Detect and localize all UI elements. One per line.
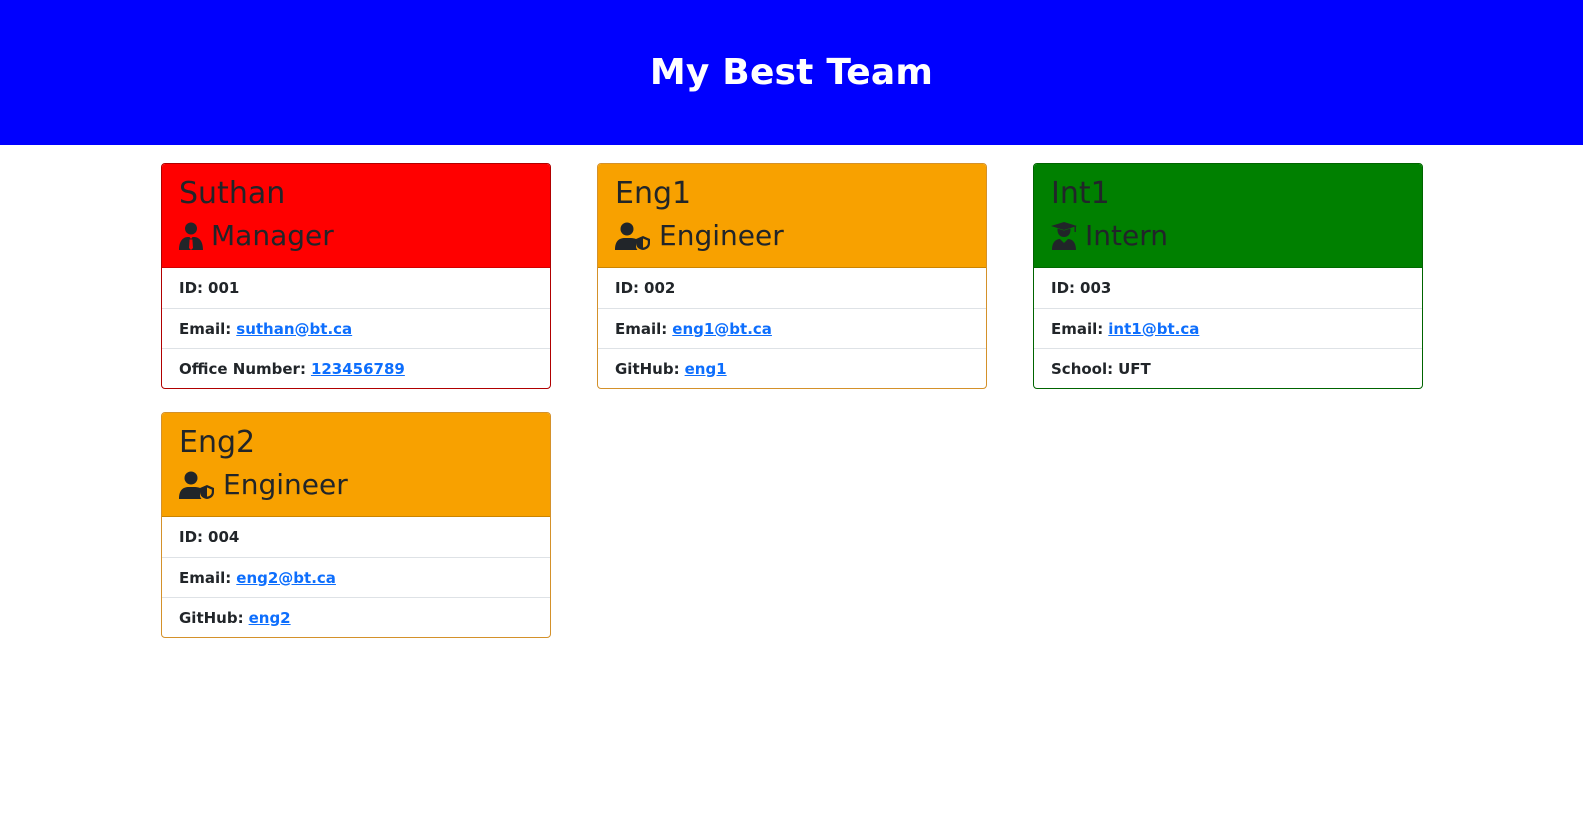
office-number-label: Office Number: — [179, 359, 306, 378]
id-label: ID: — [1051, 279, 1076, 297]
card-header: Eng1 Engineer — [598, 164, 986, 268]
employee-name: Suthan — [179, 176, 286, 211]
list-item: Email: int1@bt.ca — [1034, 308, 1422, 348]
user-shield-icon — [179, 471, 215, 499]
email-link[interactable]: eng2@bt.ca — [236, 569, 336, 587]
list-item: ID: 004 — [162, 517, 550, 557]
user-shield-icon — [615, 222, 651, 250]
list-item: GitHub: eng2 — [162, 597, 550, 637]
email-label: Email: — [615, 319, 668, 338]
employee-role: Manager — [179, 216, 534, 256]
school-label: School: — [1051, 359, 1114, 378]
github-link[interactable]: eng1 — [685, 360, 727, 378]
list-item: Email: suthan@bt.ca — [162, 308, 550, 348]
employee-details: ID: 003 Email: int1@bt.ca School: UFT — [1034, 268, 1422, 388]
employee-details: ID: 002 Email: eng1@bt.ca GitHub: eng1 — [598, 268, 986, 388]
email-link[interactable]: suthan@bt.ca — [236, 320, 352, 338]
email-link[interactable]: eng1@bt.ca — [672, 320, 772, 338]
role-label: Engineer — [223, 468, 348, 501]
employee-card-int1: Int1 Intern ID: 003 Email: int1@bt.ca Scho… — [1033, 163, 1423, 389]
email-label: Email: — [179, 568, 232, 587]
email-label: Email: — [1051, 319, 1104, 338]
role-label: Manager — [211, 219, 334, 252]
employee-card-suthan: Suthan Manager ID: 001 Email: suthan@bt.ca… — [161, 163, 551, 389]
github-label: GitHub: — [615, 359, 680, 378]
card-header: Int1 Intern — [1034, 164, 1422, 268]
id-label: ID: — [615, 279, 640, 297]
email-link[interactable]: int1@bt.ca — [1108, 320, 1199, 338]
employee-details: ID: 001 Email: suthan@bt.ca Office Number:… — [162, 268, 550, 388]
role-label: Intern — [1085, 219, 1168, 252]
user-graduate-icon — [1051, 222, 1077, 250]
list-item: ID: 001 — [162, 268, 550, 308]
card-header: Suthan Manager — [162, 164, 550, 268]
id-label: ID: — [179, 279, 204, 297]
page-title: My Best Team — [649, 52, 934, 93]
list-item: Email: eng2@bt.ca — [162, 557, 550, 597]
list-item: Email: eng1@bt.ca — [598, 308, 986, 348]
list-item: School: UFT — [1034, 348, 1422, 388]
employee-card-eng2: Eng2 Engineer ID: 004 Email: eng2@bt.ca Gi… — [161, 412, 551, 638]
id-value: 004 — [208, 528, 240, 546]
employee-card-eng1: Eng1 Engineer ID: 002 Email: eng1@bt.ca Gi… — [597, 163, 987, 389]
list-item: ID: 002 — [598, 268, 986, 308]
office-number-link[interactable]: 123456789 — [311, 360, 405, 378]
github-link[interactable]: eng2 — [249, 609, 291, 627]
employee-name: Int1 — [1051, 176, 1110, 211]
employee-name: Eng1 — [615, 176, 692, 211]
list-item: GitHub: eng1 — [598, 348, 986, 388]
list-item: Office Number: 123456789 — [162, 348, 550, 388]
card-header: Eng2 Engineer — [162, 413, 550, 517]
employee-role: Engineer — [615, 216, 970, 256]
user-tie-icon — [179, 222, 203, 250]
role-label: Engineer — [659, 219, 784, 252]
id-value: 002 — [644, 279, 676, 297]
employee-role: Intern — [1051, 216, 1406, 256]
employee-role: Engineer — [179, 465, 534, 505]
employee-name: Eng2 — [179, 425, 256, 460]
id-value: 001 — [208, 279, 240, 297]
school-value: UFT — [1118, 359, 1151, 378]
id-value: 003 — [1080, 279, 1112, 297]
email-label: Email: — [179, 319, 232, 338]
employee-details: ID: 004 Email: eng2@bt.ca GitHub: eng2 — [162, 517, 550, 637]
list-item: ID: 003 — [1034, 268, 1422, 308]
id-label: ID: — [179, 528, 204, 546]
page-banner: My Best Team — [0, 0, 1583, 145]
github-label: GitHub: — [179, 608, 244, 627]
